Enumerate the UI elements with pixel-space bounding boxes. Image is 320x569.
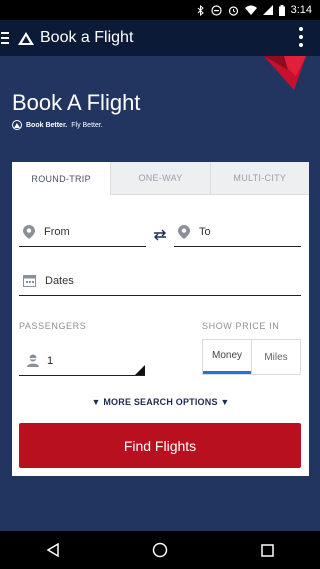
recents-icon[interactable] xyxy=(261,543,274,557)
tagline: Book Better. Fly Better. xyxy=(12,120,103,130)
location-pin-icon xyxy=(178,224,190,239)
passengers-label: PASSENGERS xyxy=(19,321,87,331)
dates-field[interactable]: Dates xyxy=(19,266,301,296)
status-time: 3:14 xyxy=(290,4,312,16)
to-label: To xyxy=(199,225,211,238)
wifi-icon xyxy=(244,5,257,15)
show-price-label: SHOW PRICE IN xyxy=(202,321,280,331)
caret-down-icon: ▼ xyxy=(91,397,101,407)
status-bar: 3:14 xyxy=(0,0,320,20)
dropdown-corner-icon xyxy=(135,365,145,375)
overflow-menu-icon[interactable] xyxy=(299,27,303,47)
tagline-rest: Fly Better. xyxy=(71,121,103,129)
delta-badge-icon xyxy=(12,120,22,130)
tab-one-way[interactable]: ONE-WAY xyxy=(110,162,210,195)
swap-icon[interactable] xyxy=(153,228,167,246)
tagline-bold: Book Better. xyxy=(26,121,68,129)
battery-icon xyxy=(278,4,285,16)
menu-icon[interactable] xyxy=(1,32,13,44)
to-field[interactable]: To xyxy=(174,217,301,247)
more-search-options-link[interactable]: ▼ MORE SEARCH OPTIONS ▼ xyxy=(12,397,309,407)
price-option-miles[interactable]: Miles xyxy=(251,340,300,374)
alarm-icon xyxy=(228,5,239,16)
person-icon xyxy=(27,354,39,367)
more-options-label: MORE SEARCH OPTIONS xyxy=(103,397,218,407)
signal-icon xyxy=(262,5,273,15)
minus-circle-icon xyxy=(210,4,222,16)
delta-logo-icon xyxy=(18,31,34,45)
app-bar: Book a Flight xyxy=(0,20,320,56)
location-pin-icon xyxy=(23,224,35,239)
passengers-count: 1 xyxy=(47,354,54,367)
passengers-select[interactable]: 1 xyxy=(19,346,145,376)
home-icon[interactable] xyxy=(152,542,168,558)
delta-widget-logo xyxy=(264,56,306,95)
bluetooth-icon xyxy=(197,4,205,16)
page-heading: Book A Flight xyxy=(12,90,141,115)
hero-banner: Book A Flight Book Better. Fly Better. xyxy=(0,56,320,160)
tab-multi-city[interactable]: MULTI-CITY xyxy=(209,162,309,195)
calendar-icon xyxy=(23,274,36,287)
price-toggle: Money Miles xyxy=(202,339,301,375)
price-option-money[interactable]: Money xyxy=(203,340,251,374)
caret-down-icon: ▼ xyxy=(220,397,230,407)
navigation-bar xyxy=(0,531,320,569)
tab-round-trip[interactable]: ROUND-TRIP xyxy=(12,162,111,195)
from-field[interactable]: From xyxy=(19,217,146,247)
booking-card: ROUND-TRIP ONE-WAY MULTI-CITY From To Da… xyxy=(12,162,309,476)
from-label: From xyxy=(44,225,70,238)
trip-type-tabs: ROUND-TRIP ONE-WAY MULTI-CITY xyxy=(12,162,309,195)
find-flights-button[interactable]: Find Flights xyxy=(19,423,301,468)
back-icon[interactable] xyxy=(46,543,60,557)
dates-label: Dates xyxy=(45,274,74,287)
app-title: Book a Flight xyxy=(40,29,134,46)
